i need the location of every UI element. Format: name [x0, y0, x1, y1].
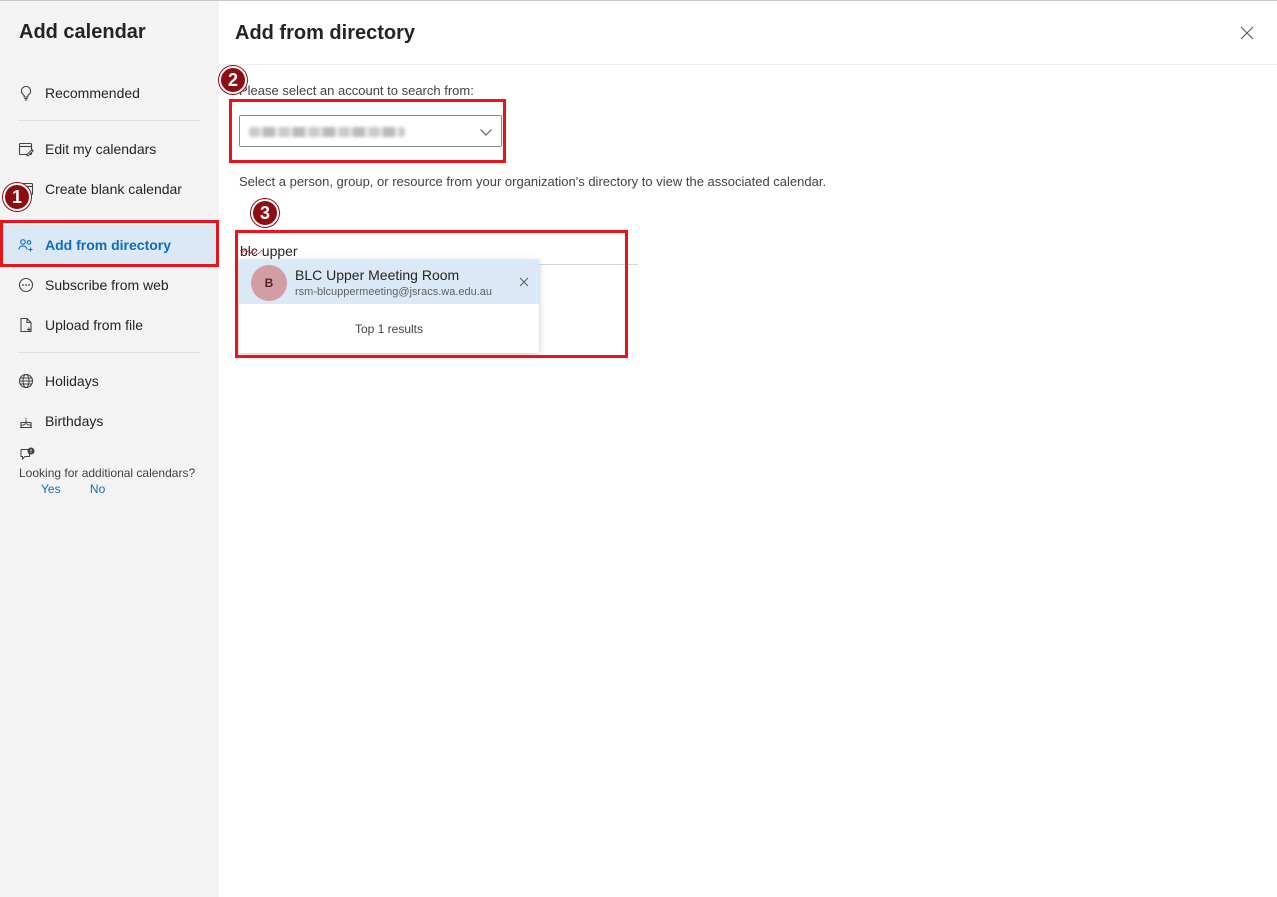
sidebar-item-subscribe-from-web[interactable]: Subscribe from web [0, 265, 219, 305]
sidebar-item-label: Recommended [45, 85, 140, 101]
account-prompt: Please select an account to search from: [239, 83, 474, 98]
feedback-yes-link[interactable]: Yes [41, 482, 61, 496]
sidebar-item-label: Upload from file [45, 317, 144, 333]
annotation-box-3 [235, 230, 628, 358]
annotation-box-2 [229, 99, 506, 163]
sidebar-item-label: Create blank calendar [45, 181, 182, 197]
close-icon [1240, 26, 1254, 40]
annotation-badge-3: 3 [251, 199, 279, 227]
link-circle-icon [18, 277, 34, 293]
sidebar-item-label: Birthdays [45, 413, 104, 429]
sidebar-item-birthdays[interactable]: Birthdays [0, 401, 219, 441]
sidebar-item-holidays[interactable]: Holidays [0, 361, 219, 401]
globe-icon [18, 373, 34, 389]
sidebar-item-recommended[interactable]: Recommended [0, 73, 219, 113]
feedback-panel: Looking for additional calendars? Yes No [19, 447, 199, 497]
sidebar-item-label: Holidays [45, 373, 99, 389]
sidebar-item-edit-my-calendars[interactable]: Edit my calendars [0, 129, 219, 169]
sidebar-title: Add calendar [19, 21, 146, 43]
feedback-no-link[interactable]: No [90, 482, 105, 496]
sidebar-item-create-blank-calendar[interactable]: Create blank calendar [0, 169, 219, 209]
lightbulb-icon [18, 85, 34, 101]
header-divider [219, 64, 1277, 65]
cake-icon [18, 413, 34, 429]
sidebar-item-label: Edit my calendars [45, 141, 157, 157]
page-title: Add from directory [235, 22, 416, 44]
sidebar-divider [18, 120, 200, 121]
feedback-question: Looking for additional calendars? [19, 466, 196, 480]
sidebar-item-label: Subscribe from web [45, 277, 169, 293]
annotation-badge-2: 2 [219, 66, 247, 94]
edit-calendar-icon [18, 141, 34, 157]
feedback-icon [19, 447, 35, 463]
sidebar: Add calendar Recommended Edit my calenda… [0, 1, 219, 897]
document-add-icon [18, 317, 34, 333]
close-button[interactable] [1238, 24, 1256, 42]
sidebar-item-upload-from-file[interactable]: Upload from file [0, 305, 219, 345]
annotation-badge-1: 1 [3, 183, 31, 211]
annotation-box-1 [0, 220, 219, 267]
directory-description: Select a person, group, or resource from… [239, 174, 827, 189]
sidebar-divider [18, 352, 200, 353]
